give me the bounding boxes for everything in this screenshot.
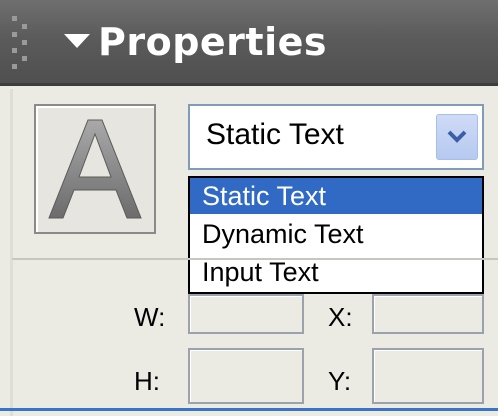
text-tool-icon (34, 104, 156, 234)
height-field[interactable] (188, 348, 304, 404)
section-divider (12, 258, 498, 260)
y-label: Y: (328, 366, 352, 396)
width-field[interactable] (188, 294, 304, 334)
text-type-select[interactable]: Static Text (188, 104, 484, 170)
properties-panel-titlebar[interactable]: Properties (0, 0, 498, 86)
collapse-arrow-icon[interactable] (64, 34, 90, 48)
width-label: W: (134, 302, 166, 332)
text-type-selected-value: Static Text (206, 118, 344, 151)
chevron-down-icon (447, 130, 467, 143)
x-label: X: (328, 302, 353, 332)
text-type-options-list: Static Text Dynamic Text Input Text (188, 176, 484, 294)
height-label: H: (134, 366, 160, 396)
panel-edge (10, 89, 13, 416)
option-dynamic-text[interactable]: Dynamic Text (190, 216, 482, 252)
panel-bottom-border (0, 408, 498, 411)
panel-title: Properties (98, 20, 327, 64)
x-field[interactable] (372, 294, 484, 334)
drag-grip-icon[interactable] (12, 16, 38, 76)
dropdown-arrow-button[interactable] (436, 114, 478, 160)
y-field[interactable] (372, 348, 484, 404)
option-static-text[interactable]: Static Text (190, 178, 482, 214)
letter-a-glyph-icon (48, 119, 142, 219)
